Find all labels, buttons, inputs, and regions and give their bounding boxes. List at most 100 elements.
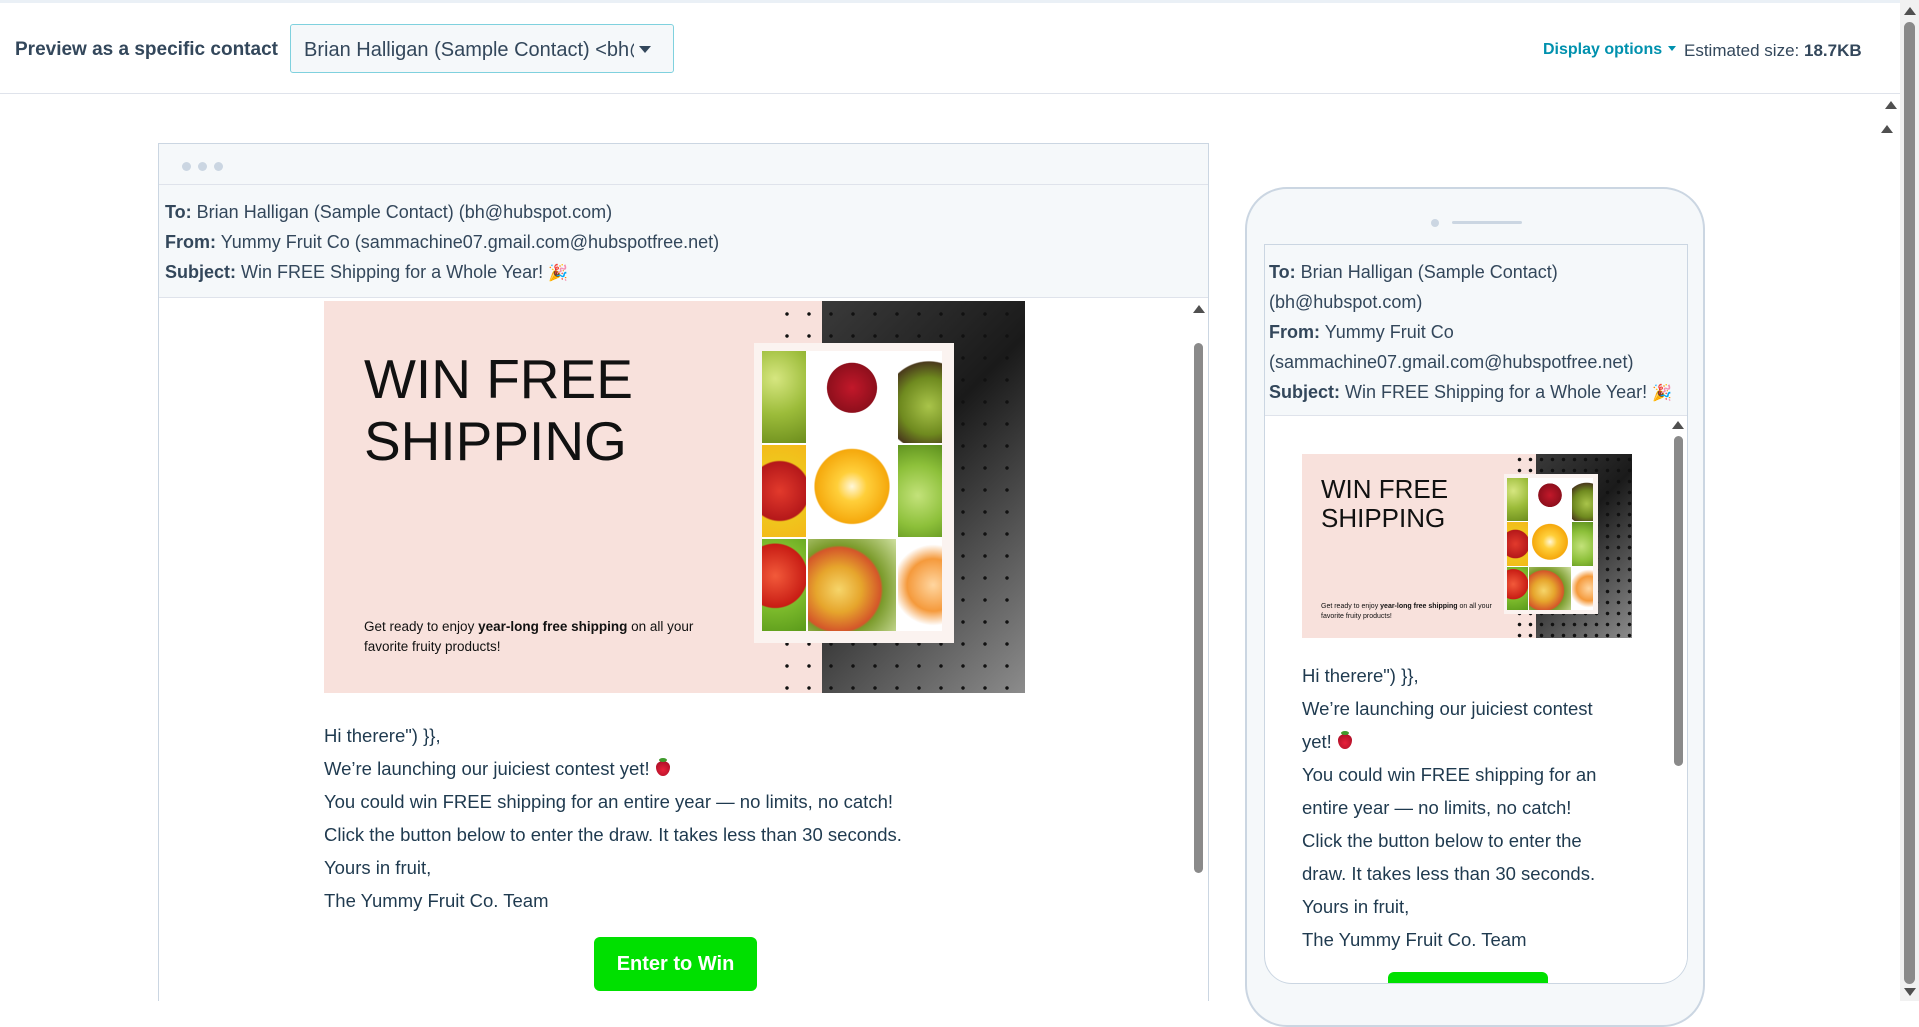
subject-value: Win FREE Shipping for a Whole Year! <box>241 262 544 282</box>
subject-label: Subject: <box>165 262 237 282</box>
mobile-blurb-prefix: Get ready to enjoy <box>1321 603 1381 610</box>
estimated-size: Estimated size: 18.7KB <box>1684 41 1862 61</box>
mobile-banner-title-line1: WIN FREE <box>1321 474 1449 504</box>
email-body-mobile: WIN FREE SHIPPING Get ready to enjoy yea… <box>1265 416 1687 983</box>
scroll-up-icon[interactable] <box>1904 7 1916 15</box>
orange-slice-photo <box>1572 566 1593 610</box>
scroll-up-icon[interactable] <box>1885 101 1897 109</box>
preview-contact-label: Preview as a specific contact <box>15 39 278 60</box>
banner-title-line2: SHIPPING <box>364 409 627 472</box>
desktop-preview: To: Brian Halligan (Sample Contact) (bh@… <box>158 143 1209 1001</box>
scroll-thumb[interactable] <box>1194 343 1203 873</box>
body-line-1-text: We’re launching our juiciest contest yet… <box>324 758 650 779</box>
mobile-body-line-2b: entire year — no limits, no catch! <box>1302 797 1572 818</box>
to-label: To: <box>165 202 192 222</box>
from-line: From: Yummy Fruit Co (sammachine07.gmail… <box>165 227 1202 257</box>
mobile-from-value-1: Yummy Fruit Co <box>1324 322 1454 342</box>
mobile-body-line-2a: You could win FREE shipping for an <box>1302 764 1597 785</box>
mobile-body-line-1b-text: yet! <box>1302 731 1332 752</box>
scroll-up-icon[interactable] <box>1881 125 1893 133</box>
team-signature: The Yummy Fruit Co. Team <box>324 890 549 911</box>
from-label: From: <box>165 232 216 252</box>
party-popper-icon: 🎉 <box>548 265 569 282</box>
orange-slice-photo <box>898 539 942 631</box>
blurb-bold: year-long free shipping <box>478 619 628 634</box>
banner-title-line1: WIN FREE <box>364 348 633 410</box>
contact-select-dropdown[interactable]: Brian Halligan (Sample Contact) <bh@hubs… <box>290 24 674 73</box>
email-body-text: Hi therere") }}, We’re launching our jui… <box>324 719 902 917</box>
desktop-body-scrollbar[interactable] <box>1189 299 1208 1001</box>
strawberry-photo <box>762 445 806 537</box>
mobile-from-line: From: Yummy Fruit Co <box>1269 317 1683 347</box>
grapes-photo <box>1507 478 1528 522</box>
caret-down-icon <box>1668 46 1677 51</box>
mobile-enter-to-win-button[interactable] <box>1388 972 1548 983</box>
scroll-thumb[interactable] <box>1904 22 1915 984</box>
kiwi-photo <box>898 351 942 443</box>
pear-photo <box>808 539 896 631</box>
to-line: To: Brian Halligan (Sample Contact) (bh@… <box>165 197 1202 227</box>
strawberry-icon <box>655 758 670 776</box>
mobile-hero-banner-image: WIN FREE SHIPPING Get ready to enjoy yea… <box>1302 454 1632 638</box>
chevron-down-icon <box>639 46 651 53</box>
mobile-greeting-line: Hi therere") }}, <box>1302 665 1419 686</box>
mobile-email-body-text: Hi therere") }}, We’re launching our jui… <box>1302 659 1596 956</box>
window-dot-icon <box>182 162 191 171</box>
orange-photo <box>808 445 896 537</box>
window-dot-icon <box>214 162 223 171</box>
mobile-body-line-1b: yet! <box>1302 725 1596 758</box>
scroll-up-icon[interactable] <box>1193 305 1205 313</box>
strawberry-photo <box>1507 522 1528 566</box>
body-line-2: You could win FREE shipping for an entir… <box>324 791 893 812</box>
window-chrome <box>159 144 1208 185</box>
orange-photo <box>1529 522 1571 566</box>
fruit-photo-grid <box>762 351 942 631</box>
scroll-thumb[interactable] <box>1674 436 1683 766</box>
pear-photo <box>1529 566 1571 610</box>
window-dot-icon <box>198 162 207 171</box>
mobile-subject-label: Subject: <box>1269 382 1341 402</box>
mobile-body-line-1a: We’re launching our juiciest contest <box>1302 698 1593 719</box>
display-options-label: Display options <box>1543 41 1663 58</box>
banner-title: WIN FREE SHIPPING <box>364 348 633 472</box>
hero-banner-image: WIN FREE SHIPPING Get ready to enjoy yea… <box>324 301 1025 693</box>
mobile-banner-title-line2: SHIPPING <box>1321 503 1446 534</box>
mobile-from-label: From: <box>1269 322 1320 342</box>
signoff-line: Yours in fruit, <box>324 857 432 878</box>
apple-photo <box>898 445 942 537</box>
banner-blurb: Get ready to enjoy year-long free shippi… <box>364 617 704 656</box>
greeting-line: Hi therere") }}, <box>324 725 441 746</box>
red-apple-photo <box>1507 566 1528 610</box>
display-options-button[interactable]: Display options <box>1543 41 1677 59</box>
mobile-body-scrollbar[interactable] <box>1670 416 1687 983</box>
email-headers: To: Brian Halligan (Sample Contact) (bh@… <box>159 185 1208 298</box>
mobile-subject-value: Win FREE Shipping for a Whole Year! <box>1345 382 1648 402</box>
mobile-team-signature: The Yummy Fruit Co. Team <box>1302 929 1527 950</box>
mobile-email-headers: To: Brian Halligan (Sample Contact) (bh@… <box>1265 245 1687 416</box>
body-line-3: Click the button below to enter the draw… <box>324 824 902 845</box>
page-scrollbar[interactable] <box>1900 0 1919 1001</box>
blurb-prefix: Get ready to enjoy <box>364 619 479 634</box>
scroll-down-icon[interactable] <box>1904 988 1916 996</box>
apple-photo <box>1572 522 1593 566</box>
mobile-from-value-2: (sammachine07.gmail.com@hubspotfree.net) <box>1269 352 1634 372</box>
mobile-screen: To: Brian Halligan (Sample Contact) (bh@… <box>1264 244 1688 984</box>
mobile-fruit-photo-grid <box>1507 478 1593 610</box>
content-scrollbar[interactable] <box>1881 94 1900 1001</box>
enter-to-win-button[interactable]: Enter to Win <box>594 937 757 991</box>
strawberry-icon <box>1337 731 1352 749</box>
pomegranate-photo <box>808 351 896 443</box>
estimated-size-value: 18.7KB <box>1804 41 1862 60</box>
mobile-banner-title: WIN FREE SHIPPING <box>1321 474 1449 534</box>
body-line-1: We’re launching our juiciest contest yet… <box>324 752 902 785</box>
mobile-body-line-3b: draw. It takes less than 30 seconds. <box>1302 863 1596 884</box>
scroll-up-icon[interactable] <box>1672 421 1684 429</box>
grapes-photo <box>762 351 806 443</box>
contact-select-value: Brian Halligan (Sample Contact) <bh@hubs… <box>304 39 634 61</box>
party-popper-icon: 🎉 <box>1652 385 1673 402</box>
mobile-to-line: To: Brian Halligan (Sample Contact) <box>1269 257 1683 287</box>
pomegranate-photo <box>1529 478 1571 522</box>
mobile-blurb-bold: year-long free shipping <box>1380 603 1458 610</box>
mobile-to-label: To: <box>1269 262 1296 282</box>
estimated-size-label: Estimated size: <box>1684 41 1800 60</box>
